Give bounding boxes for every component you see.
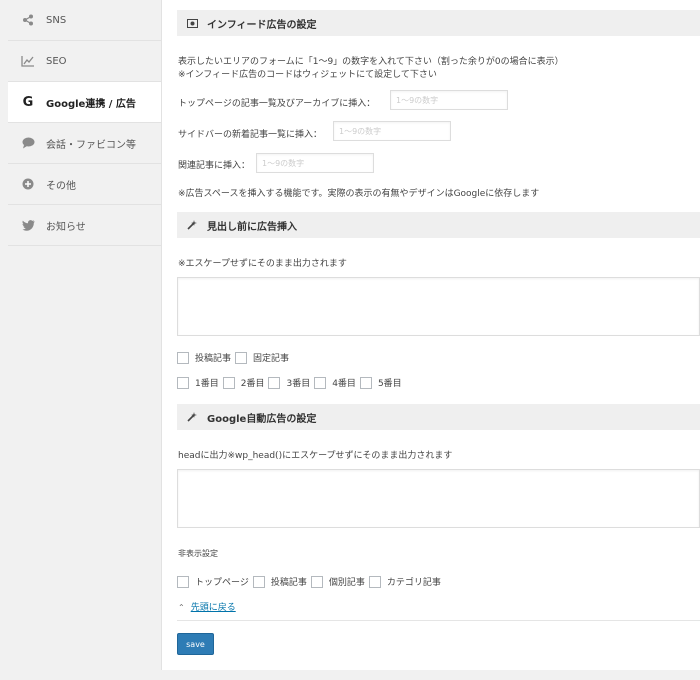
ad-icon: [187, 18, 199, 28]
checkbox-hide-single[interactable]: [310, 575, 323, 588]
section-title: インフィード広告の設定: [207, 19, 317, 31]
sidebar-item-news[interactable]: お知らせ: [8, 205, 161, 246]
checkbox-label: トップページ: [195, 578, 249, 588]
checkbox-label: 投稿記事: [195, 354, 232, 364]
position-checkboxes: 1番目 2番目 3番目 4番目 5番目: [177, 376, 406, 389]
infeed-widget-note: ※インフィード広告のコードはウィジェットにて設定して下さい: [178, 70, 437, 80]
save-button[interactable]: save: [177, 633, 214, 655]
section-title: 見出し前に広告挿入: [207, 221, 297, 233]
divider: [177, 620, 700, 621]
checkbox-hide-post[interactable]: [252, 575, 265, 588]
checkbox-hide-top[interactable]: [177, 575, 189, 588]
heading-ad-section-header: 見出し前に広告挿入: [177, 212, 700, 238]
sidebar-item-label: 会話・ファビコン等: [46, 139, 136, 151]
sidebar-item-label: SEO: [46, 55, 67, 67]
settings-sidebar: SNS SEO G Google連携 / 広告 会話・ファビコン等 その他 お知…: [8, 0, 161, 246]
chart-icon: [20, 53, 36, 69]
checkbox-label: 固定記事: [253, 354, 290, 364]
section-title: Google自動広告の設定: [207, 413, 317, 425]
related-label: 関連記事に挿入：: [178, 161, 251, 171]
sidebar-new-label: サイドバーの新着記事一覧に挿入：: [178, 130, 323, 140]
infeed-ad-note: ※広告スペースを挿入する機能です。実際の表示の有無やデザインはGoogleに依存…: [178, 189, 540, 199]
checkbox-hide-category[interactable]: [368, 575, 381, 588]
plus-circle-icon: [20, 176, 36, 192]
google-icon: G: [22, 94, 34, 110]
share-icon: [20, 12, 36, 28]
infeed-description: 表示したいエリアのフォームに「1〜9」の数字を入れて下さい（割った余りが0の場合…: [178, 57, 564, 67]
auto-ad-section-header: Google自動広告の設定: [177, 404, 700, 430]
twitter-bird-icon: [20, 217, 36, 233]
top-page-input[interactable]: 1〜9の数字: [390, 90, 508, 110]
sidebar-item-seo[interactable]: SEO: [8, 41, 161, 82]
page-bottom-background: [0, 670, 700, 680]
back-to-top-link[interactable]: 先頭に戻る: [191, 603, 236, 613]
checkbox-position-4[interactable]: [314, 376, 327, 389]
checkbox-label: 3番目: [286, 379, 311, 389]
sidebar-item-label: その他: [46, 180, 76, 192]
auto-ad-note: headに出力※wp_head()にエスケープせずにそのまま出力されます: [178, 451, 453, 461]
checkbox-label: 個別記事: [328, 578, 365, 588]
checkbox-page[interactable]: [235, 351, 248, 364]
chevron-up-icon: ⌃: [178, 603, 185, 612]
chat-bubble-icon: [20, 135, 36, 151]
auto-ad-code-textarea[interactable]: [177, 469, 700, 528]
checkbox-label: 2番目: [240, 379, 265, 389]
top-page-label: トップページの記事一覧及びアーカイブに挿入：: [178, 99, 376, 109]
wand-icon: [187, 412, 199, 422]
sidebar-new-input[interactable]: 1〜9の数字: [333, 121, 451, 141]
sidebar-item-google-ads[interactable]: G Google連携 / 広告: [8, 82, 161, 123]
sidebar-item-other[interactable]: その他: [8, 164, 161, 205]
checkbox-position-3[interactable]: [268, 376, 281, 389]
post-type-checkboxes: 投稿記事 固定記事: [177, 351, 293, 364]
sidebar-item-label: お知らせ: [46, 221, 86, 233]
checkbox-label: 5番目: [377, 379, 402, 389]
hide-settings-label: 非表示設定: [178, 549, 218, 558]
heading-ad-code-textarea[interactable]: [177, 277, 700, 336]
heading-ad-note: ※エスケープせずにそのまま出力されます: [178, 259, 347, 269]
checkbox-label: 投稿記事: [270, 578, 307, 588]
checkbox-label: 1番目: [195, 379, 219, 389]
wand-icon: [187, 220, 199, 230]
checkbox-position-5[interactable]: [359, 376, 372, 389]
back-to-top[interactable]: ⌃ 先頭に戻る: [178, 600, 236, 613]
sidebar-item-label: Google連携 / 広告: [46, 98, 136, 110]
settings-main-panel: インフィード広告の設定 表示したいエリアのフォームに「1〜9」の数字を入れて下さ…: [161, 0, 700, 670]
checkbox-position-2[interactable]: [222, 376, 235, 389]
sidebar-item-conversation[interactable]: 会話・ファビコン等: [8, 123, 161, 164]
related-input[interactable]: 1〜9の数字: [256, 153, 374, 173]
checkbox-label: カテゴリ記事: [386, 578, 441, 588]
hide-checkboxes: トップページ 投稿記事 個別記事 カテゴリ記事: [177, 575, 445, 588]
checkbox-position-1[interactable]: [177, 376, 189, 389]
infeed-section-header: インフィード広告の設定: [177, 10, 700, 36]
checkbox-label: 4番目: [332, 379, 356, 389]
sidebar-item-label: SNS: [46, 14, 67, 26]
sidebar-item-sns[interactable]: SNS: [8, 0, 161, 41]
checkbox-post[interactable]: [177, 351, 189, 364]
